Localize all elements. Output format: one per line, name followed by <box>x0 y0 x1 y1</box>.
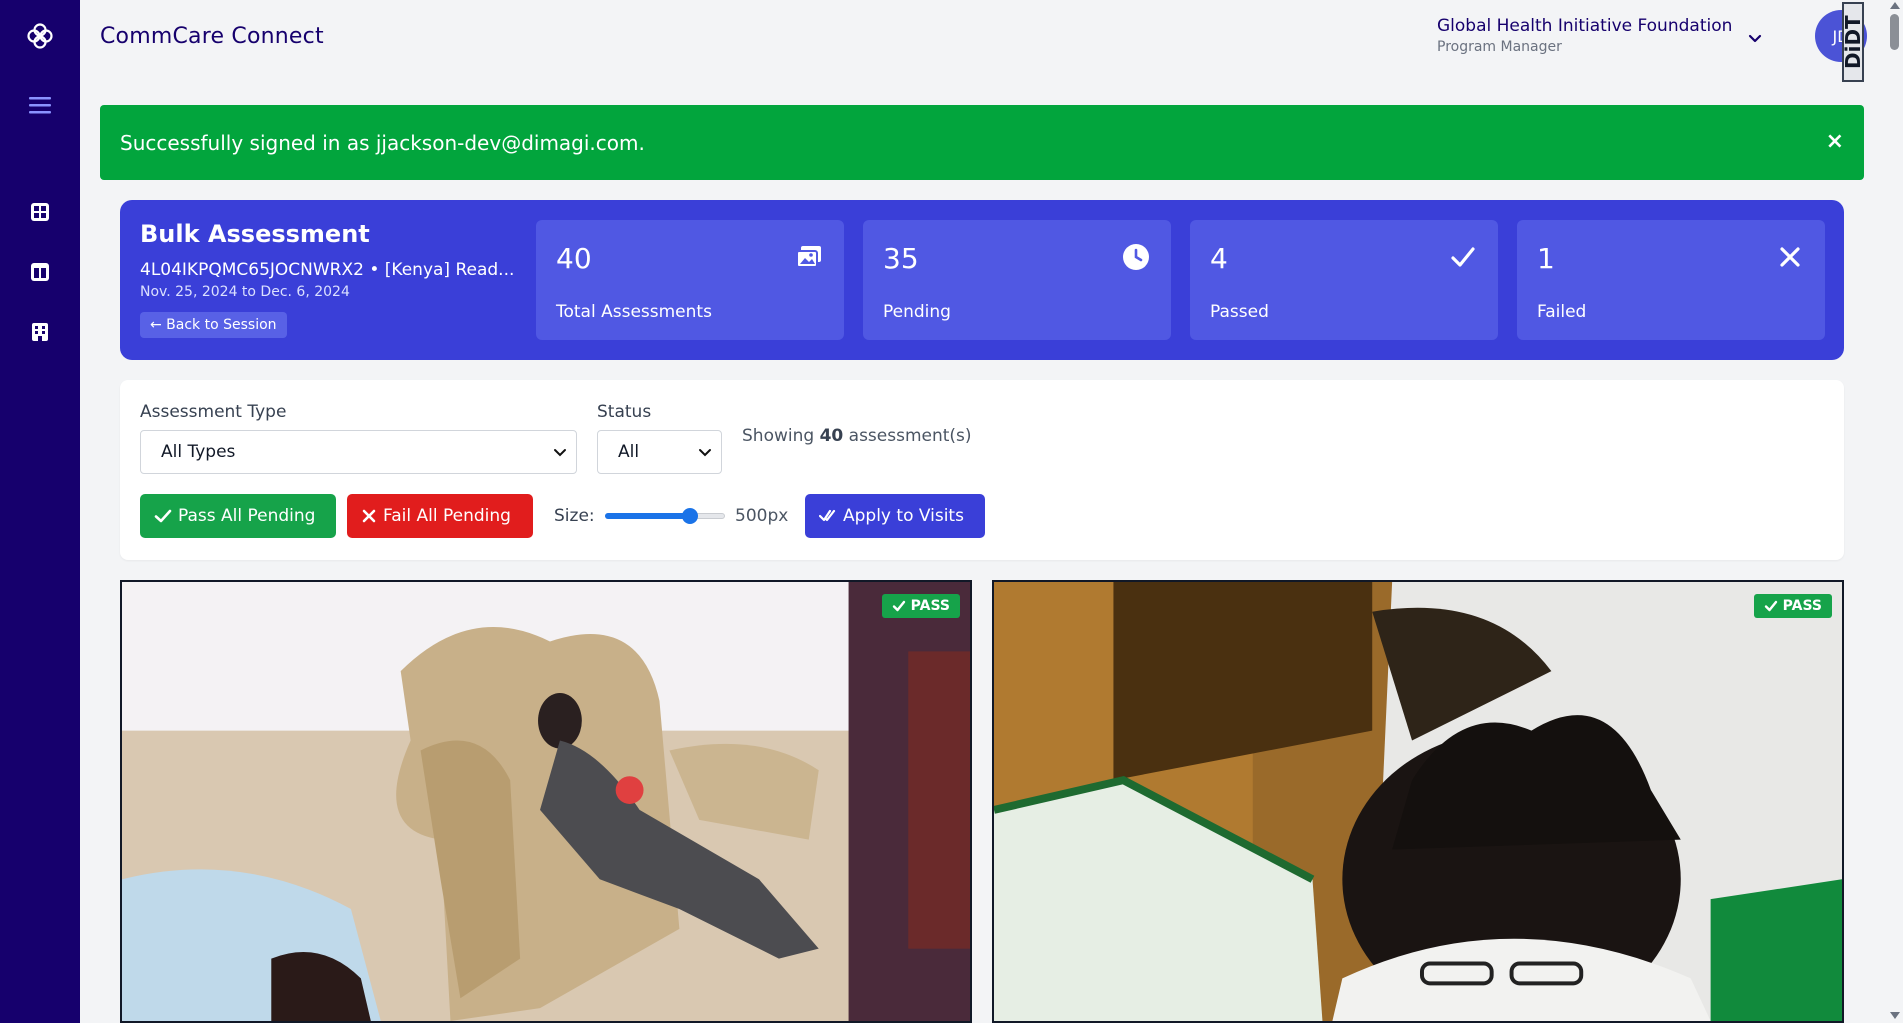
alert-message: Successfully signed in as jjackson-dev@d… <box>120 131 645 155</box>
size-value: 500px <box>735 506 789 526</box>
top-header: CommCare Connect Global Health Initiativ… <box>80 0 1903 82</box>
size-slider[interactable] <box>605 508 725 524</box>
status-select[interactable]: All <box>597 430 722 474</box>
apply-label: Apply to Visits <box>843 506 964 526</box>
slider-fill <box>605 513 690 519</box>
stat-label: Pending <box>883 302 951 322</box>
showing-number: 40 <box>819 426 844 446</box>
org-switcher[interactable]: Global Health Initiative Foundation Prog… <box>1437 16 1777 55</box>
stat-value: 35 <box>883 242 919 275</box>
assessment-card[interactable]: PASS <box>120 580 972 1023</box>
showing-prefix: Showing <box>742 426 815 446</box>
chevron-down-icon <box>697 444 713 460</box>
filter-panel: Assessment Type All Types Status All Sho… <box>120 380 1844 560</box>
check-icon <box>1764 600 1777 612</box>
check-icon <box>1448 242 1478 272</box>
sidebar <box>0 0 80 1023</box>
assessment-photo <box>122 582 970 1021</box>
chevron-down-icon[interactable] <box>1745 28 1765 48</box>
scroll-thumb[interactable] <box>1890 14 1899 50</box>
x-icon <box>1775 242 1805 272</box>
stat-failed: 1 Failed <box>1517 220 1825 340</box>
app-logo-icon[interactable] <box>24 20 56 52</box>
status-badge-label: PASS <box>910 598 950 614</box>
stat-value: 40 <box>556 242 592 275</box>
assessment-type-select[interactable]: All Types <box>140 430 577 474</box>
stat-total: 40 Total Assessments <box>536 220 844 340</box>
status-badge-label: PASS <box>1782 598 1822 614</box>
layout-icon[interactable] <box>24 256 56 288</box>
images-icon <box>794 242 824 272</box>
org-role: Program Manager <box>1437 39 1562 55</box>
date-range: Nov. 25, 2024 to Dec. 6, 2024 <box>140 284 350 300</box>
fail-all-label: Fail All Pending <box>383 506 511 526</box>
fail-all-pending-button[interactable]: Fail All Pending <box>347 494 533 538</box>
x-icon <box>362 509 376 523</box>
stat-passed: 4 Passed <box>1190 220 1498 340</box>
stat-pending: 35 Pending <box>863 220 1171 340</box>
assessment-type-label: Assessment Type <box>140 402 287 422</box>
assessment-card[interactable]: PASS <box>992 580 1844 1023</box>
slider-thumb[interactable] <box>682 508 698 524</box>
double-check-icon <box>819 509 836 522</box>
stat-label: Passed <box>1210 302 1269 322</box>
close-icon[interactable]: × <box>1826 129 1844 154</box>
stat-label: Failed <box>1537 302 1587 322</box>
showing-count: Showing 40 assessment(s) <box>742 426 972 446</box>
bulk-assessment-summary: Bulk Assessment 4L04IKPQMC65JOCNWRX2 • [… <box>120 200 1844 360</box>
scroll-up-arrow-icon[interactable] <box>1890 2 1900 9</box>
stat-value: 1 <box>1537 242 1555 275</box>
dashboard-icon[interactable] <box>24 196 56 228</box>
size-label: Size: <box>554 506 595 526</box>
apply-to-visits-button[interactable]: Apply to Visits <box>805 494 985 538</box>
extension-badge[interactable]: DiDT <box>1841 2 1865 82</box>
status-badge: PASS <box>881 594 960 618</box>
stat-label: Total Assessments <box>556 302 712 322</box>
session-subtitle: 4L04IKPQMC65JOCNWRX2 • [Kenya] Read... <box>140 260 515 280</box>
back-to-session-button[interactable]: ← Back to Session <box>140 312 287 338</box>
app-title[interactable]: CommCare Connect <box>100 24 324 49</box>
status-value: All <box>618 442 640 462</box>
clock-icon <box>1121 242 1151 272</box>
showing-suffix: assessment(s) <box>848 426 972 446</box>
assessment-type-value: All Types <box>161 442 236 462</box>
scroll-down-arrow-icon[interactable] <box>1890 1012 1900 1019</box>
stat-value: 4 <box>1210 242 1228 275</box>
pass-all-pending-button[interactable]: Pass All Pending <box>140 494 336 538</box>
menu-icon[interactable] <box>24 89 56 121</box>
success-alert: Successfully signed in as jjackson-dev@d… <box>100 105 1864 180</box>
assessment-photo <box>994 582 1842 1021</box>
chevron-down-icon <box>552 444 568 460</box>
pass-all-label: Pass All Pending <box>178 506 316 526</box>
page-scrollbar[interactable] <box>1886 0 1903 1023</box>
check-icon <box>892 600 905 612</box>
status-badge: PASS <box>1753 594 1832 618</box>
page-title: Bulk Assessment <box>140 220 370 248</box>
building-icon[interactable] <box>24 316 56 348</box>
status-label: Status <box>597 402 652 422</box>
check-icon <box>154 509 172 523</box>
org-name: Global Health Initiative Foundation <box>1437 16 1733 36</box>
